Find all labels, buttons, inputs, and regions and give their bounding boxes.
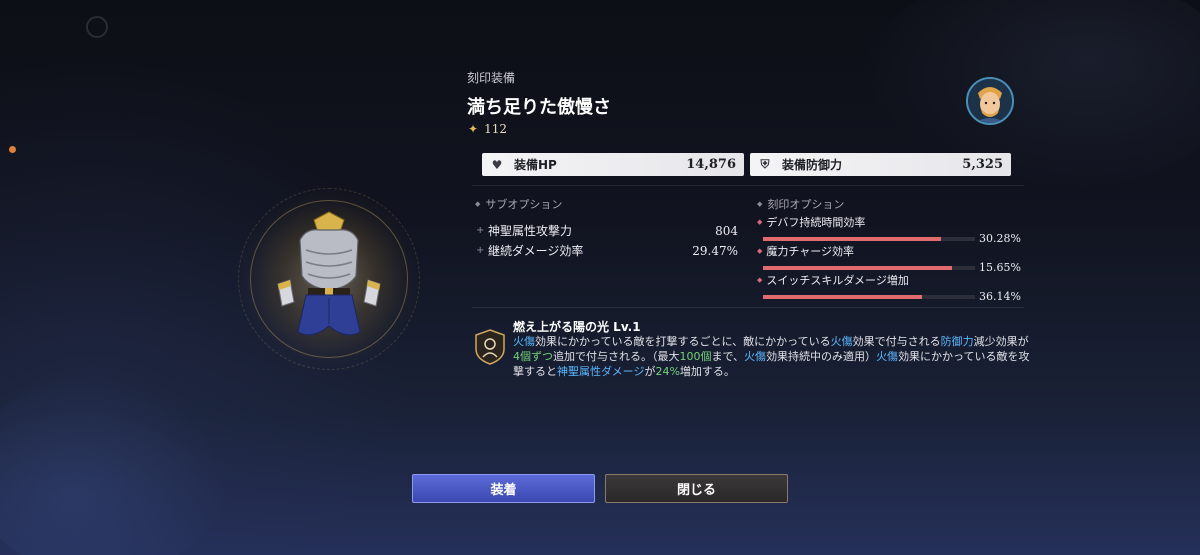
- item-artwork: [236, 186, 422, 372]
- sub-option-row: + 継続ダメージ効率 29.47%: [476, 242, 738, 259]
- keyword-defense: 防御力: [940, 335, 974, 348]
- item-level: ✦ 112: [468, 122, 507, 136]
- sub-option-value: 804: [715, 223, 738, 238]
- seal-option-value: 36.14%: [979, 290, 1021, 303]
- notification-dot: [9, 146, 16, 153]
- sparkle-icon: ✦: [468, 122, 479, 136]
- seal-option-row: ◆ 魔力チャージ効率 15.65%: [757, 243, 1021, 274]
- plus-icon: +: [476, 245, 485, 256]
- skill-text: 効果で付与される: [852, 335, 941, 348]
- keyword-stack-count: 4個ずつ: [513, 350, 553, 363]
- shield-icon: ⛨: [760, 157, 770, 171]
- sub-options-header: ◆ サブオプション: [475, 196, 562, 212]
- seal-option-bar-fill: [763, 294, 922, 299]
- diamond-icon: ◆: [475, 200, 481, 208]
- sub-option-label: 神聖属性攻撃力: [488, 224, 573, 238]
- divider: [472, 307, 1024, 308]
- seal-option-bar-fill: [763, 236, 942, 241]
- keyword-percent: 24%: [655, 365, 680, 378]
- seal-options-title: 刻印オプション: [767, 198, 845, 211]
- keyword-burn: 火傷: [876, 350, 899, 363]
- seal-option-bar-fill: [763, 265, 952, 270]
- diamond-icon: ◆: [757, 276, 763, 284]
- seal-option-bar: [763, 265, 975, 270]
- plus-icon: +: [476, 225, 485, 236]
- sub-option-label: 継続ダメージ効率: [488, 244, 584, 258]
- skill-text: 減少効果が: [973, 335, 1029, 348]
- diamond-icon: ◆: [757, 247, 763, 255]
- keyword-burn: 火傷: [744, 350, 767, 363]
- sub-options-title: サブオプション: [485, 198, 563, 211]
- divider: [472, 185, 1024, 186]
- close-button[interactable]: 閉じる: [605, 474, 788, 503]
- seal-option-row: ◆ デバフ持続時間効率 30.28%: [757, 214, 1021, 245]
- stat-hp-value: 14,876: [686, 157, 736, 172]
- diamond-icon: ◆: [757, 218, 763, 226]
- keyword-max-stacks: 100個: [679, 350, 712, 363]
- stat-defense-label: 装備防御力: [782, 158, 843, 172]
- seal-option-bar: [763, 236, 975, 241]
- skill-name: 燃え上がる陽の光 Lv.1: [513, 320, 641, 334]
- seal-option-bar-row: 36.14%: [757, 290, 1021, 303]
- seal-option-label: 魔力チャージ効率: [766, 245, 855, 258]
- seal-option-label: デバフ持続時間効率: [766, 216, 866, 229]
- stat-hp-label: 装備HP: [514, 158, 557, 172]
- item-level-value: 112: [484, 122, 507, 136]
- equip-button[interactable]: 装着: [412, 474, 595, 503]
- skill-description: 火傷効果にかかっている敵を打撃するごとに、敵にかかっている火傷効果で付与される防…: [513, 334, 1033, 379]
- keyword-burn: 火傷: [830, 335, 853, 348]
- stat-hp: ♥ 装備HP 14,876: [482, 153, 744, 176]
- skill-text: 効果にかかっている敵を打撃するごとに、敵にかかっている: [535, 335, 831, 348]
- character-avatar[interactable]: [966, 77, 1014, 125]
- seal-option-name: ◆ 魔力チャージ効率: [757, 243, 1021, 259]
- item-name: 満ち足りた傲慢さ: [467, 97, 611, 118]
- character-portrait-icon: [968, 79, 1012, 123]
- seal-option-label: スイッチスキルダメージ増加: [766, 274, 909, 287]
- background-menu-icon: [86, 16, 108, 38]
- skill-text: 効果持続中のみ適用）: [766, 350, 877, 363]
- stat-defense-value: 5,325: [962, 157, 1003, 172]
- item-category: 刻印装備: [467, 71, 516, 85]
- stat-defense: ⛨ 装備防御力 5,325: [750, 153, 1011, 176]
- skill-text: 増加する。: [679, 365, 735, 378]
- heart-icon: ♥: [491, 157, 503, 172]
- skill-text: まで、: [711, 350, 745, 363]
- skill-text: が: [644, 365, 656, 378]
- seal-option-bar: [763, 294, 975, 299]
- seal-option-name: ◆ スイッチスキルダメージ増加: [757, 272, 1021, 288]
- keyword-holy-damage: 神聖属性ダメージ: [557, 365, 645, 378]
- keyword-burn: 火傷: [513, 335, 535, 348]
- skill-emblem-icon: [475, 329, 505, 365]
- sub-option-value: 29.47%: [692, 243, 738, 258]
- seal-option-name: ◆ デバフ持続時間効率: [757, 214, 1021, 230]
- sub-option-row: + 神聖属性攻撃力 804: [476, 222, 738, 239]
- diamond-icon: ◆: [757, 200, 763, 208]
- skill-text: 追加で付与される。（最大: [553, 350, 680, 363]
- seal-option-row: ◆ スイッチスキルダメージ増加 36.14%: [757, 272, 1021, 303]
- seal-options-header: ◆ 刻印オプション: [757, 196, 844, 212]
- armor-icon: [277, 211, 381, 336]
